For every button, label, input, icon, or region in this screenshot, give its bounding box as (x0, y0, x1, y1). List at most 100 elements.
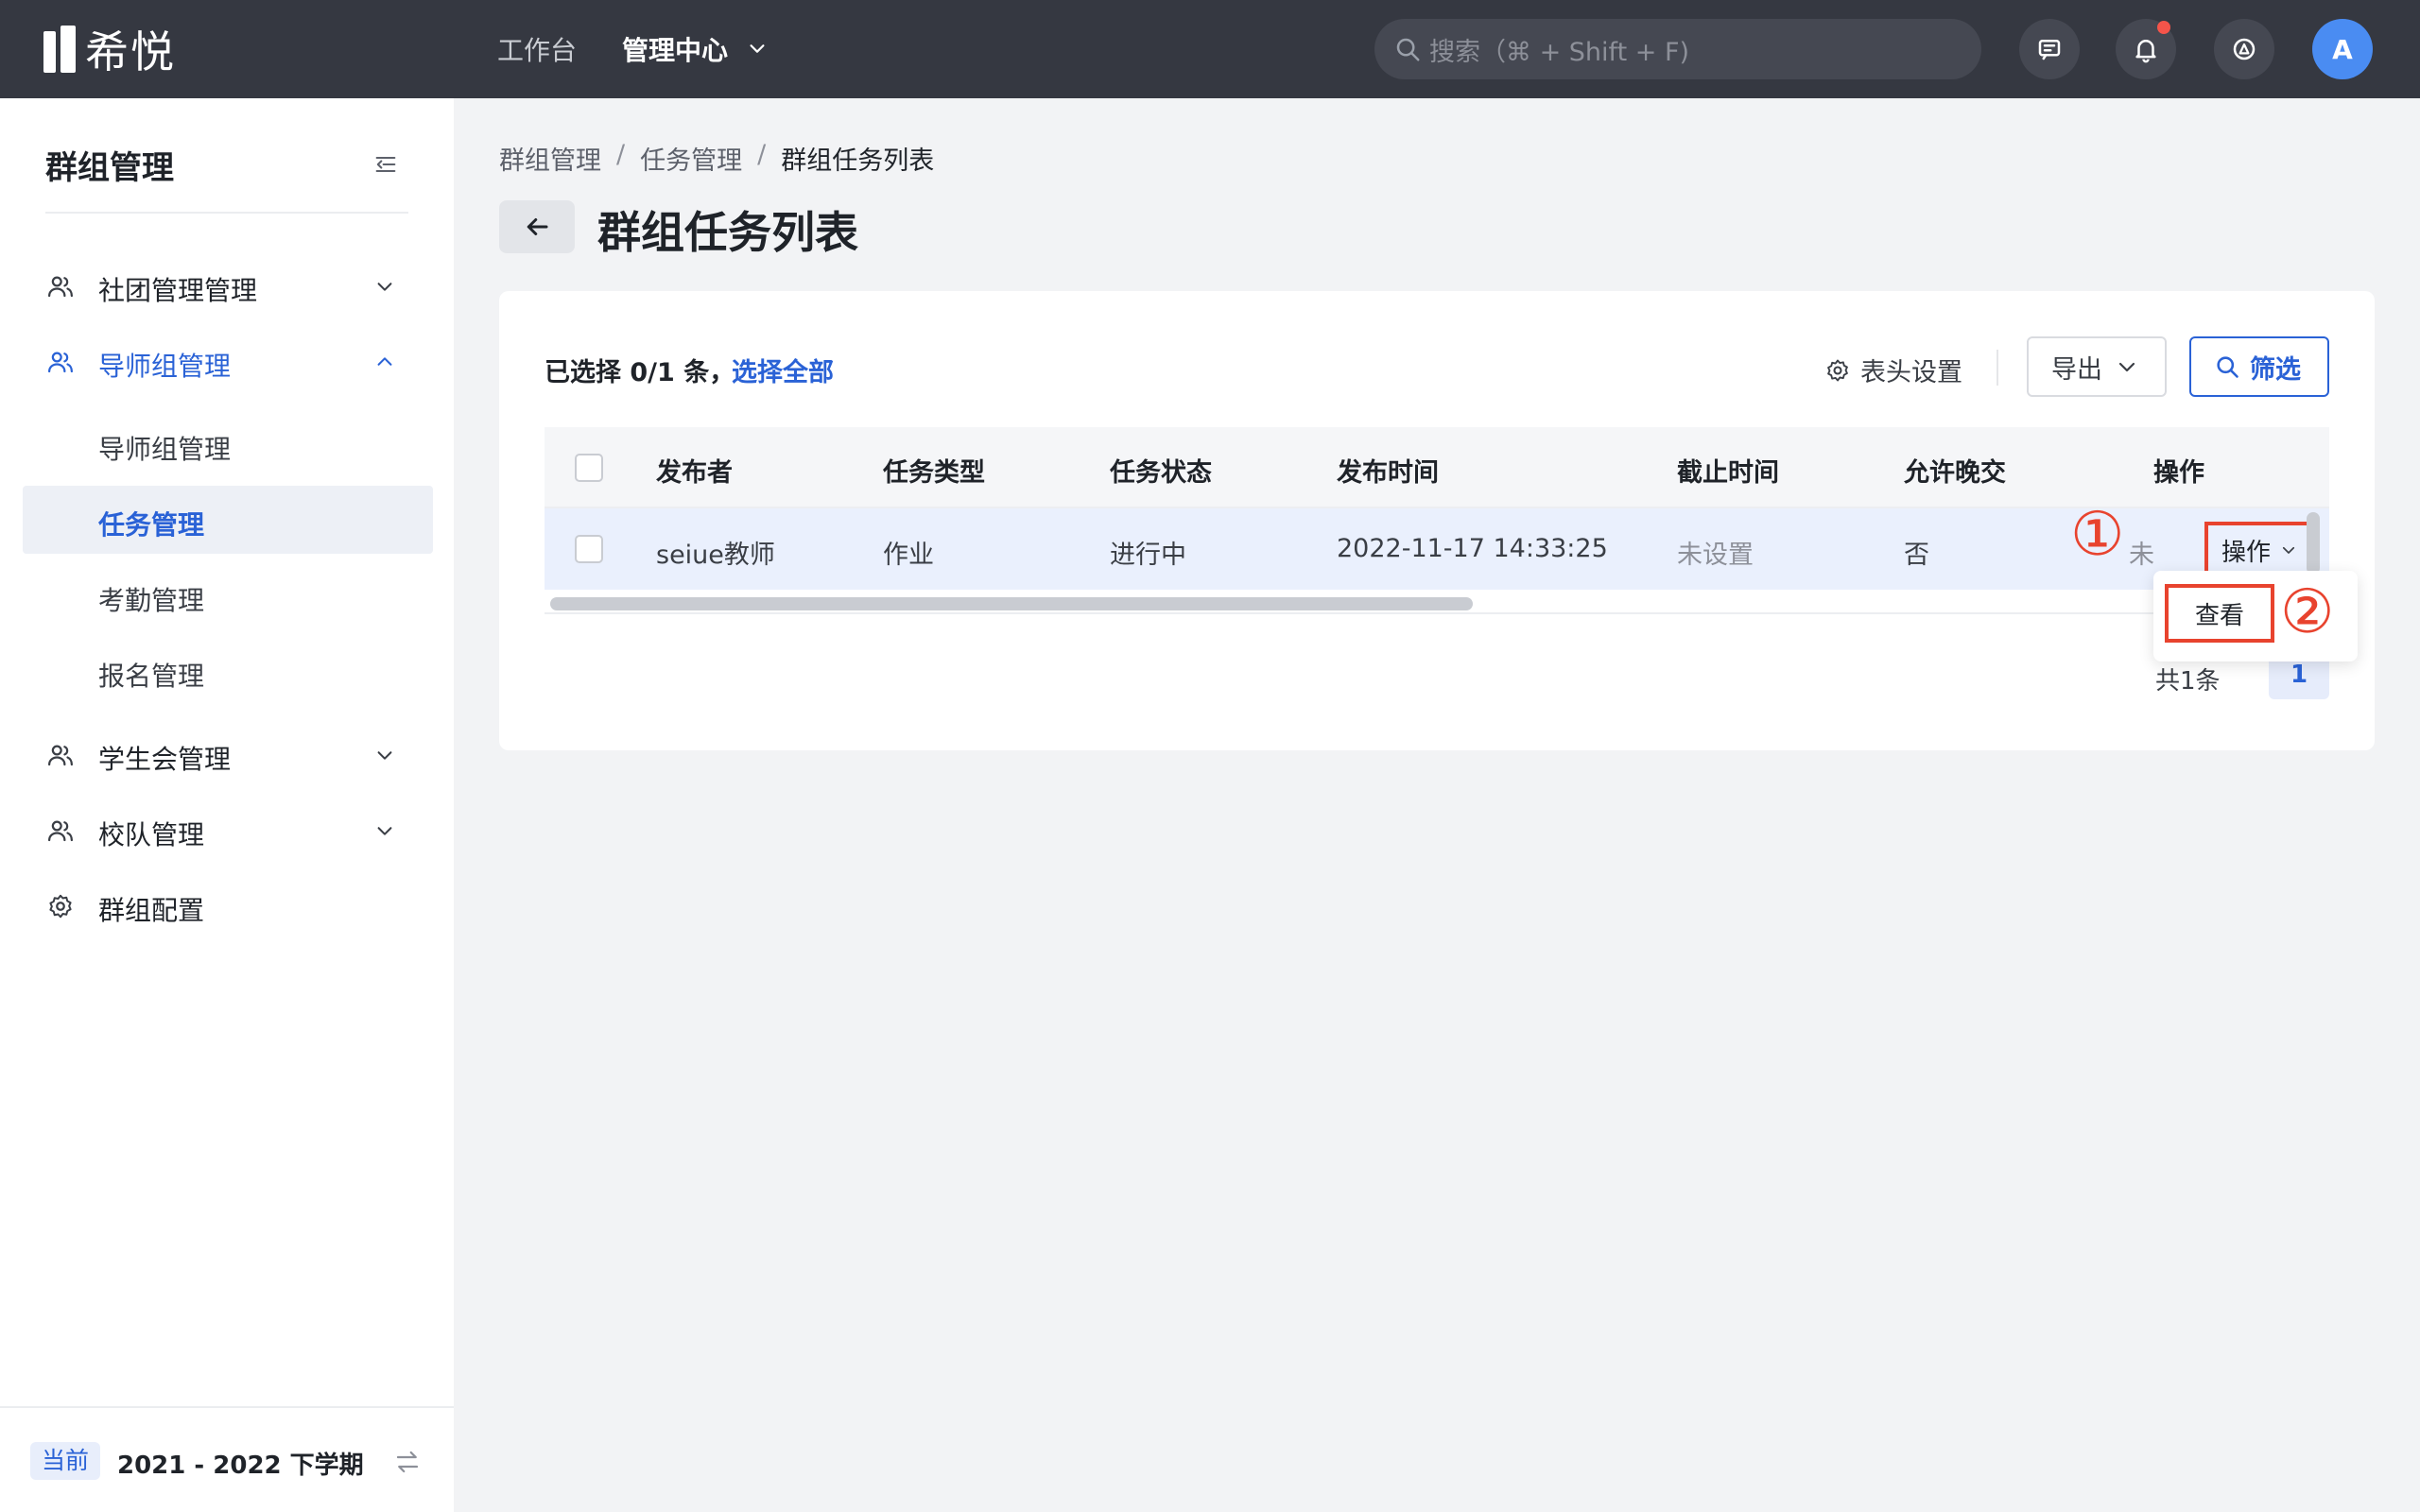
horizontal-scrollbar[interactable] (550, 597, 1473, 610)
task-table: 发布者 任务类型 任务状态 发布时间 截止时间 允许晚交 操作 seiue教师 … (544, 427, 2329, 614)
logo-text: 希悦 (85, 26, 176, 77)
message-icon (2038, 40, 2061, 60)
collapse-sidebar-icon[interactable] (372, 151, 399, 178)
sidebar-item-school-team[interactable]: 校队管理 (23, 796, 433, 864)
sidebar-item-label: 学生会管理 (98, 744, 232, 775)
cell-late-allowed: 否 (1904, 541, 1929, 570)
top-bar: 希悦 工作台 管理中心 搜索（⌘ + Shift + F) A (0, 0, 2420, 98)
bell-icon (2135, 40, 2156, 63)
column-header-actions: 操作 (2153, 458, 2204, 488)
table-row[interactable]: seiue教师 作业 进行中 2022-11-17 14:33:25 未设置 否… (544, 508, 2329, 590)
sidebar-item-label: 群组配置 (98, 895, 205, 926)
cell-type: 作业 (883, 541, 934, 570)
logo-mark-icon (43, 26, 76, 73)
sidebar-subitem-label: 导师组管理 (98, 434, 232, 465)
cell-hidden-partial: 未 (2129, 541, 2154, 570)
header-settings-button[interactable]: 表头设置 (1824, 352, 1962, 388)
search-icon (1396, 38, 1420, 61)
sidebar-divider (45, 212, 408, 214)
sidebar-subitem-attendance[interactable]: 考勤管理 (23, 561, 433, 629)
chevron-up-icon (377, 357, 392, 366)
nav-workbench[interactable]: 工作台 (497, 30, 577, 68)
row-actions-dropdown[interactable]: 操作 (2204, 522, 2314, 578)
row-actions-label: 操作 (2221, 538, 2272, 567)
vertical-scrollbar[interactable] (2307, 512, 2320, 575)
cell-published-at: 2022-11-17 14:33:25 (1337, 534, 1608, 563)
toolbar-divider (1996, 350, 1998, 386)
filter-label: 筛选 (2250, 354, 2301, 385)
column-header: 任务类型 (883, 458, 985, 488)
breadcrumb-separator: / (757, 140, 767, 169)
sidebar-subitem-registration[interactable]: 报名管理 (23, 637, 433, 705)
notifications-button[interactable] (2116, 19, 2176, 79)
current-term-label: 2021 - 2022 下学期 (117, 1452, 364, 1480)
table-header: 发布者 任务类型 任务状态 发布时间 截止时间 允许晚交 操作 (544, 427, 2329, 508)
page-title: 群组任务列表 (597, 207, 858, 258)
swap-icon[interactable] (393, 1448, 422, 1476)
sidebar-item-club[interactable]: 社团管理管理 (23, 251, 433, 319)
menu-item-view[interactable]: 查看 (2165, 584, 2274, 643)
current-term-badge: 当前 (30, 1442, 101, 1480)
nav-admin-center[interactable]: 管理中心 (622, 30, 728, 68)
pagination-total: 共1条 (2155, 667, 2221, 696)
search-placeholder: 搜索（⌘ + Shift + F) (1429, 37, 1690, 67)
export-button[interactable]: 导出 (2027, 336, 2167, 397)
group-icon (48, 820, 73, 842)
global-search-input[interactable]: 搜索（⌘ + Shift + F) (1374, 19, 1981, 79)
chevron-down-icon (377, 283, 392, 291)
gear-icon (49, 894, 72, 919)
breadcrumb: 群组管理 / 任务管理 / 群组任务列表 (499, 140, 934, 177)
sidebar-subitem-label: 考勤管理 (98, 585, 205, 616)
selection-info: 已选择 0/1 条， (544, 358, 735, 387)
sidebar-subitem-mentor-group[interactable]: 导师组管理 (23, 410, 433, 478)
sidebar-item-mentor-group[interactable]: 导师组管理 (23, 327, 433, 395)
cell-publisher: seiue教师 (656, 541, 775, 570)
breadcrumb-separator: / (616, 140, 626, 169)
sidebar-item-label: 校队管理 (98, 819, 205, 850)
breadcrumb-item[interactable]: 群组管理 (499, 140, 601, 177)
sidebar-subitem-label: 报名管理 (98, 661, 205, 692)
sidebar-item-group-config[interactable]: 群组配置 (23, 871, 433, 939)
breadcrumb-item[interactable]: 任务管理 (640, 140, 742, 177)
help-button[interactable] (2214, 19, 2274, 79)
app-logo[interactable]: 希悦 (43, 23, 176, 77)
export-label: 导出 (2051, 354, 2102, 385)
sidebar-subitem-task-management[interactable]: 任务管理 (23, 486, 433, 554)
sidebar-subitem-label: 任务管理 (98, 509, 205, 541)
cell-status: 进行中 (1110, 541, 1186, 570)
compass-icon (2233, 38, 2256, 60)
select-all-link[interactable]: 选择全部 (732, 352, 834, 388)
column-header: 发布者 (656, 458, 733, 488)
select-all-checkbox[interactable] (575, 454, 603, 482)
breadcrumb-current: 群组任务列表 (781, 146, 935, 176)
back-button[interactable] (499, 200, 575, 253)
arrow-left-icon (527, 218, 548, 235)
cell-deadline: 未设置 (1677, 541, 1754, 570)
row-checkbox[interactable] (575, 535, 603, 563)
column-header: 发布时间 (1337, 458, 1439, 488)
column-header: 允许晚交 (1904, 458, 2006, 488)
term-footer: 当前 2021 - 2022 下学期 (0, 1406, 454, 1512)
sidebar-item-student-union[interactable]: 学生会管理 (23, 720, 433, 788)
group-icon (48, 276, 73, 298)
search-icon (2217, 356, 2238, 378)
column-header: 任务状态 (1110, 458, 1212, 488)
messages-button[interactable] (2019, 19, 2080, 79)
chevron-down-icon (2118, 362, 2135, 372)
annotation-step-1: ① (2070, 500, 2125, 570)
filter-button[interactable]: 筛选 (2189, 336, 2329, 397)
chevron-down-icon[interactable] (747, 38, 768, 59)
chevron-down-icon (2282, 546, 2295, 554)
sidebar-title: 群组管理 (45, 149, 174, 187)
chevron-down-icon (377, 751, 392, 760)
group-icon (48, 745, 73, 766)
annotation-step-2: ② (2280, 577, 2335, 647)
user-avatar[interactable]: A (2312, 19, 2373, 79)
sidebar-item-label: 导师组管理 (98, 351, 232, 382)
header-settings-label: 表头设置 (1860, 358, 1962, 387)
group-icon (48, 352, 73, 373)
notification-dot (2157, 21, 2170, 34)
chevron-down-icon (377, 827, 392, 835)
gear-icon (1827, 359, 1848, 381)
sidebar: 群组管理 社团管理管理 导师组管理 导师组管理 任务管理 考勤管理 报名管理 学… (0, 98, 454, 1512)
